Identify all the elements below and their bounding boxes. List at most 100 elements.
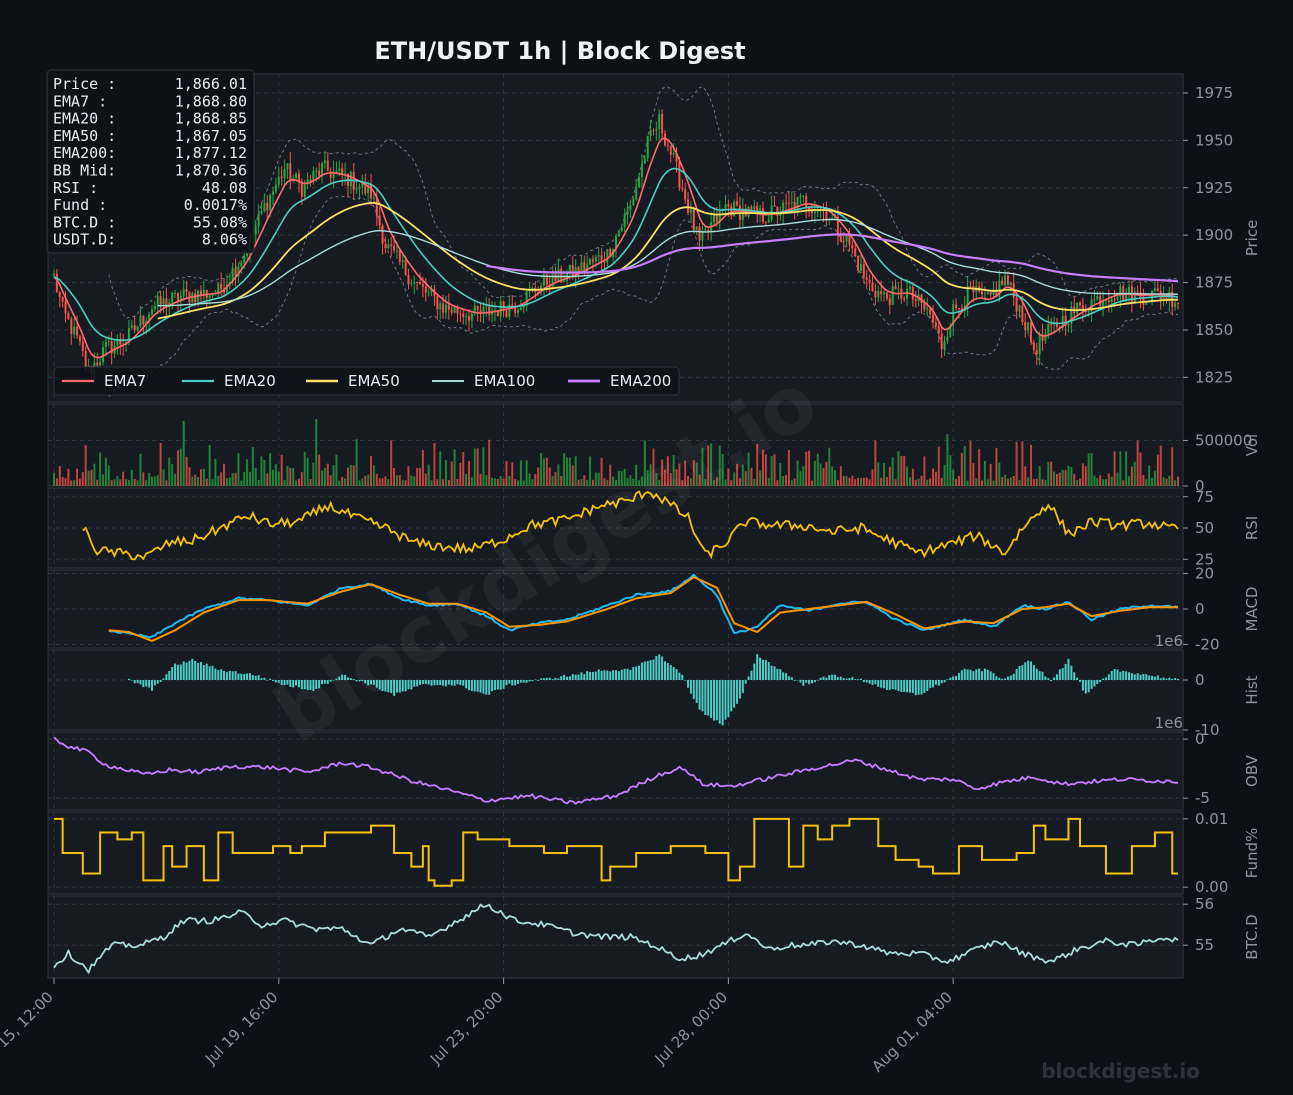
volume-bar [502,478,505,486]
volume-bar [517,480,520,486]
hist-bar [704,680,707,716]
volume-bar [168,457,171,486]
candle-body [903,298,906,300]
hist-bar [493,680,496,691]
candle-body [1116,296,1119,300]
volume-bar [505,461,508,486]
hist-bar [1177,678,1179,680]
candle-body [372,197,375,199]
volume-bar [387,478,390,486]
candle-body [897,288,900,290]
hist-bar [176,664,179,680]
candle-body [704,229,707,231]
hist-bar [223,670,226,680]
candle-body [1024,322,1027,330]
hist-bar [214,668,217,680]
volume-bar [1009,477,1012,486]
volume-bar [926,479,929,486]
volume-bar [779,462,782,486]
hist-bar [496,680,499,690]
candle-body [194,293,197,303]
volume-bar [162,469,165,486]
volume-bar [1107,473,1110,486]
volume-bar [1073,473,1076,486]
hist-bar [808,680,811,685]
volume-bar [473,448,476,486]
candle-body [1087,311,1090,313]
panel-btcd: 55 56 BTC.D [47,895,1261,979]
candle-body [885,292,888,299]
hist-bar [770,665,773,680]
candle-body [799,196,802,198]
hist-bar [1004,678,1007,680]
candle-body [444,304,447,313]
candle-body [1047,323,1050,334]
candle-body [101,347,104,363]
volume-bar [442,479,445,486]
hist-bar [557,678,560,680]
candle-body [257,213,260,227]
hist-bar [640,662,643,680]
candle-body [594,256,597,262]
hist-bar [560,676,563,680]
volume-bar [1104,479,1107,486]
volume-bar [197,477,200,486]
hist-bar [998,677,1001,680]
hist-bar [185,662,188,680]
volume-bar [122,471,125,486]
volume-bar [1128,476,1131,486]
volume-bar [150,476,153,486]
volume-bar [468,461,471,486]
hist-bar [710,680,713,719]
hist-bar [606,670,609,680]
hist-bar [551,679,554,680]
hist-bar [234,671,237,680]
volume-bar [874,440,877,486]
volume-bar [76,468,79,486]
volume-bar [73,480,76,486]
volume-bar [537,467,540,486]
candle-body [96,362,99,366]
volume-bar [225,478,228,486]
volume-bar [568,457,571,486]
ytick-label-macd-1: 0 [1195,600,1205,618]
volume-bar [436,479,439,486]
hist-bar [574,674,577,680]
volume-bar [93,463,96,486]
volume-bar [868,479,871,486]
hist-bar [191,658,194,680]
candle-body [404,260,407,275]
hist-bar [1067,658,1070,680]
hist-bar [505,680,508,686]
info-label-6: RSI : [53,179,98,197]
hist-bar [715,680,718,721]
volume-bar [283,479,286,486]
hist-bar [609,671,612,680]
volume-bar [113,479,116,486]
volume-bar [929,478,932,486]
volume-bar [335,454,338,486]
hist-bar [1171,678,1174,680]
volume-bar [375,473,378,486]
candle-body [877,291,880,298]
candle-body [73,326,76,335]
candle-body [410,283,413,285]
hist-bar [1119,671,1122,680]
volume-bar [465,473,468,486]
volume-bar [1130,466,1133,486]
candle-body [1009,283,1012,285]
hist-bar [1145,674,1148,680]
volume-bar [1113,451,1116,486]
candle-body [260,211,263,214]
candle-body [208,295,211,298]
volume-bar [888,466,891,486]
volume-bar [1142,474,1145,486]
candle-body [589,259,592,265]
candle-body [874,291,877,298]
candle-body [796,197,799,211]
volume-bar [384,476,387,486]
candle-body [911,286,914,300]
volume-bar [963,446,966,486]
hist-bar [753,663,756,680]
hist-bar [718,680,721,724]
